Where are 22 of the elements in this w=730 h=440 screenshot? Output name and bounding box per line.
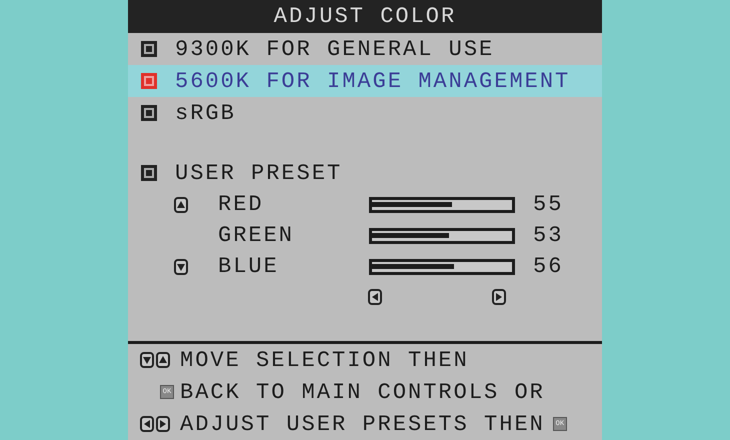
channel-value: 53 <box>533 223 564 248</box>
left-arrow-key-icon <box>140 416 154 432</box>
channel-value: 56 <box>533 254 564 279</box>
left-arrow-key-icon <box>368 289 382 305</box>
right-arrow-key-icon <box>156 416 170 432</box>
menu-item[interactable]: 5600K FOR IMAGE MANAGEMENT <box>128 65 602 97</box>
channel-value: 55 <box>533 192 564 217</box>
right-arrow-key-icon <box>492 289 506 305</box>
menu-item[interactable]: USER PRESET <box>128 157 602 189</box>
up-arrow-key-icon <box>156 352 170 368</box>
help-text: ADJUST USER PRESETS THEN <box>180 412 545 436</box>
up-arrow-key-icon <box>174 196 188 212</box>
channel-label: RED <box>218 192 265 217</box>
menu-item[interactable]: 9300K FOR GENERAL USE <box>128 33 602 65</box>
help-text: MOVE SELECTION THEN <box>180 348 469 372</box>
down-arrow-key-icon <box>140 352 154 368</box>
menu-item[interactable]: sRGB <box>128 97 602 129</box>
channel-label: GREEN <box>218 223 296 248</box>
channel-label: BLUE <box>218 254 280 279</box>
down-arrow-key-icon <box>174 258 188 274</box>
help-text: BACK TO MAIN CONTROLS OR <box>180 380 545 404</box>
window-title: ADJUST COLOR <box>128 0 602 33</box>
